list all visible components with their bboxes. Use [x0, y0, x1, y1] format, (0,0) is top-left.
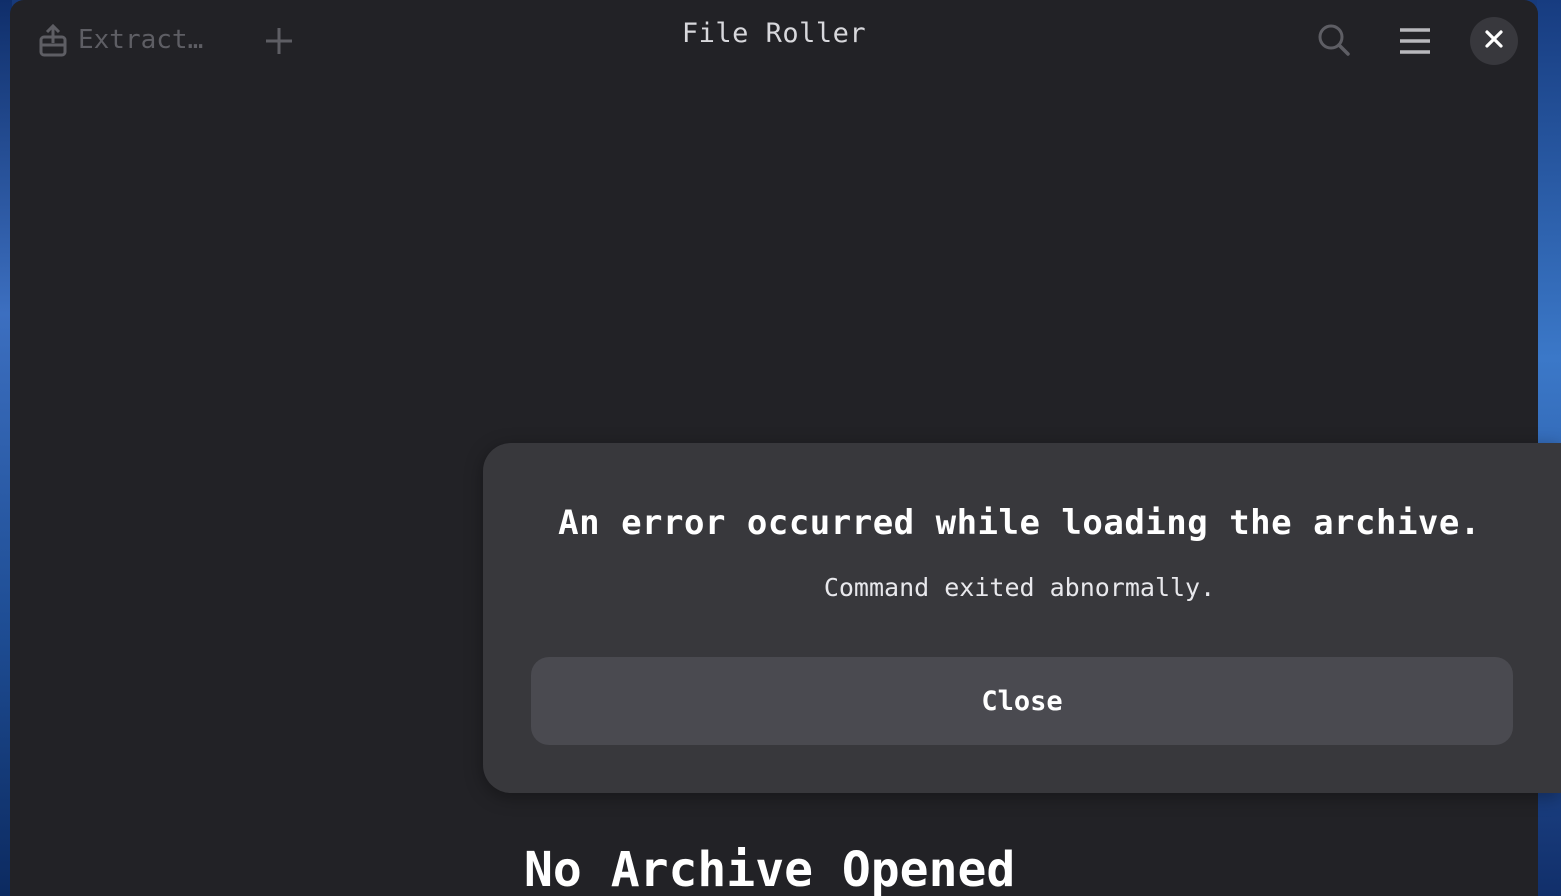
empty-state-title: No Archive Opened — [524, 842, 1016, 896]
search-button[interactable] — [1314, 20, 1354, 60]
error-dialog-message: Command exited abnormally. — [823, 573, 1216, 602]
header-bar: Extract… File Roller — [10, 0, 1538, 80]
close-window-button[interactable] — [1470, 17, 1518, 65]
main-menu-button[interactable] — [1394, 20, 1436, 62]
error-dialog: An error occurred while loading the arch… — [483, 443, 1561, 793]
search-icon — [1314, 24, 1354, 64]
window-title: File Roller — [681, 18, 867, 49]
dialog-close-label: Close — [981, 685, 1063, 717]
hamburger-menu-icon — [1394, 28, 1436, 66]
error-dialog-heading: An error occurred while loading the arch… — [558, 503, 1481, 543]
close-icon — [1484, 29, 1504, 53]
dialog-close-button[interactable]: Close — [531, 657, 1513, 745]
